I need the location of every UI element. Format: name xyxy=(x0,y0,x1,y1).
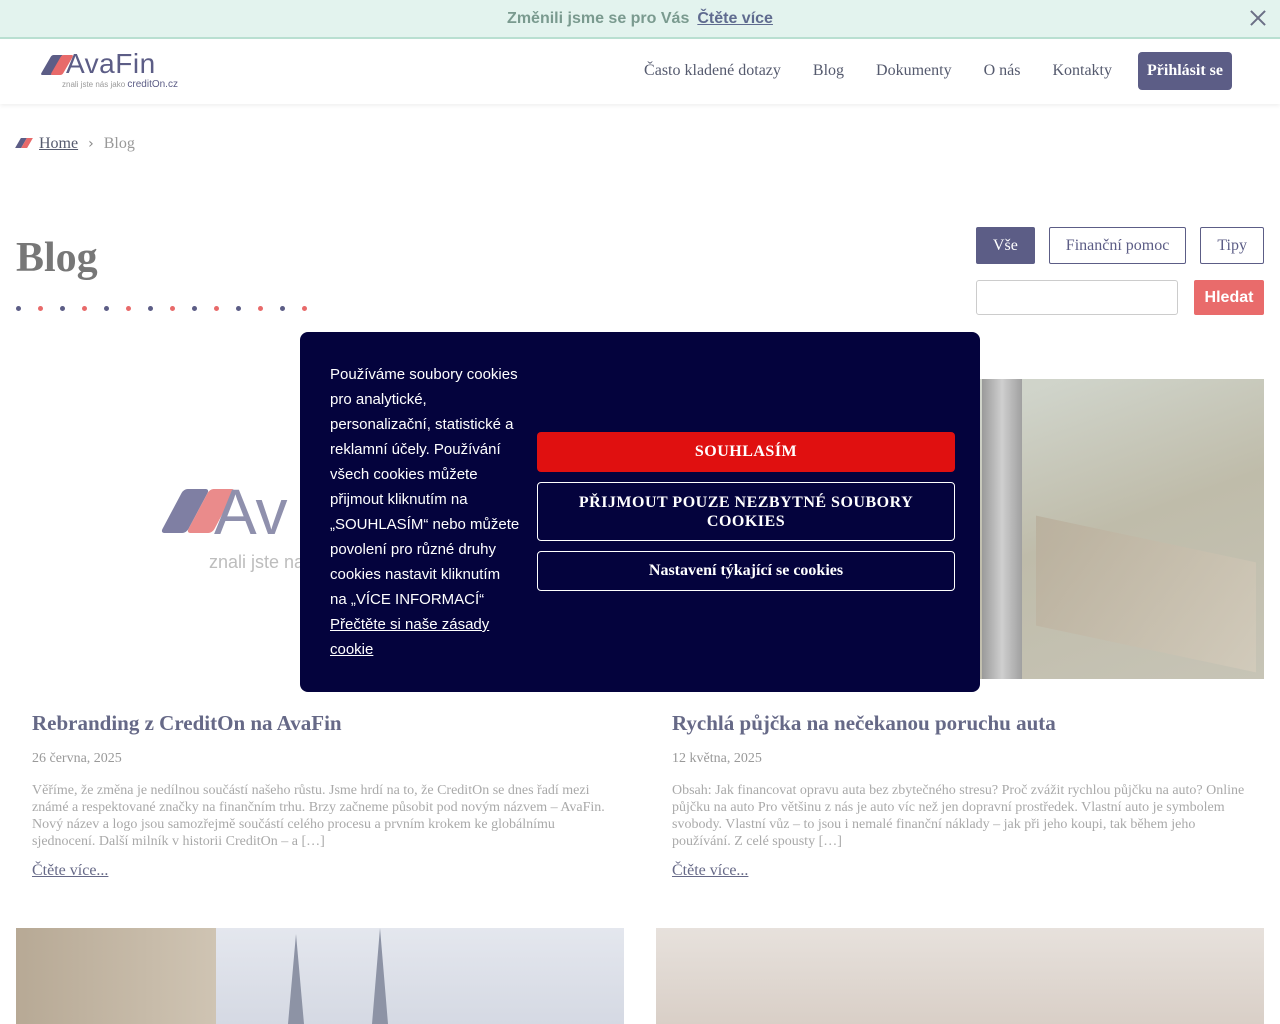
search-button[interactable]: Hledat xyxy=(1194,280,1264,315)
banner-text: Změnili jsme se pro Vás xyxy=(507,9,690,27)
cookie-text: Používáme soubory cookies pro analytické… xyxy=(330,362,520,662)
spire-graphic xyxy=(288,934,304,1024)
car-tire-graphic xyxy=(982,379,1022,679)
breadcrumb: Home › Blog xyxy=(15,135,135,153)
read-more-link[interactable]: Čtěte více... xyxy=(672,862,748,880)
post-image-wedding[interactable] xyxy=(656,928,1264,1024)
site-header: AvaFin znali jste nás jako creditOn.cz Č… xyxy=(0,40,1280,104)
brand-icon xyxy=(15,138,33,150)
post-image-prague[interactable] xyxy=(16,928,624,1024)
chevron-right-icon: › xyxy=(88,136,94,152)
post-excerpt: Věříme, že změna je nedílnou součástí na… xyxy=(32,783,605,849)
nav-documents[interactable]: Dokumenty xyxy=(876,62,952,80)
login-button[interactable]: Přihlásit se xyxy=(1138,52,1232,90)
nav-contacts[interactable]: Kontakty xyxy=(1052,62,1112,80)
category-filters: Vše Finanční pomoc Tipy xyxy=(962,227,1264,264)
cookie-settings-button[interactable]: Nastavení týkající se cookies xyxy=(537,551,955,591)
post-date: 12 května, 2025 xyxy=(672,751,762,766)
post-title[interactable]: Rebranding z CreditOn na AvaFin xyxy=(32,711,342,736)
breadcrumb-home[interactable]: Home xyxy=(39,135,78,153)
filter-all[interactable]: Vše xyxy=(975,227,1035,264)
car-jack-graphic xyxy=(1036,515,1256,673)
image-logo-text: Av xyxy=(214,476,288,548)
logo-tag-brand: creditOn.cz xyxy=(127,79,178,90)
image-logo-tagline: znali jste na xyxy=(209,552,305,572)
decorative-dots xyxy=(16,306,324,311)
accept-necessary-cookies-button[interactable]: PŘIJMOUT POUZE NEZBYTNÉ SOUBORY COOKIES xyxy=(537,482,955,541)
cookie-message: Používáme soubory cookies pro analytické… xyxy=(330,366,520,608)
building-graphic xyxy=(16,928,216,1024)
post-excerpt: Obsah: Jak financovat opravu auta bez zb… xyxy=(672,783,1245,849)
search-input[interactable] xyxy=(976,280,1178,315)
cookie-consent-dialog: Používáme soubory cookies pro analytické… xyxy=(300,332,980,692)
announcement-banner: Změnili jsme se pro Vás Čtěte více xyxy=(0,0,1280,39)
logo-tagline: znali jste nás jako creditOn.cz xyxy=(62,79,178,90)
post-date: 26 června, 2025 xyxy=(32,751,122,766)
logo-mark-icon xyxy=(40,55,74,77)
logo-tag-prefix: znali jste nás jako xyxy=(62,80,126,89)
nav-faq[interactable]: Často kladené dotazy xyxy=(644,62,781,80)
banner-read-more-link[interactable]: Čtěte více xyxy=(697,10,773,28)
main-nav: Často kladené dotazy Blog Dokumenty O ná… xyxy=(612,52,1232,90)
nav-about[interactable]: O nás xyxy=(984,62,1021,80)
breadcrumb-current: Blog xyxy=(103,135,135,152)
logo-name: AvaFin xyxy=(66,48,156,79)
nav-blog[interactable]: Blog xyxy=(813,62,844,80)
page-title: Blog xyxy=(16,235,98,281)
filter-financial-help[interactable]: Finanční pomoc xyxy=(1048,227,1187,264)
post-title[interactable]: Rychlá půjčka na nečekanou poruchu auta xyxy=(672,711,1056,736)
accept-cookies-button[interactable]: SOUHLASÍM xyxy=(537,432,955,472)
spire-graphic xyxy=(372,928,388,1024)
read-more-link[interactable]: Čtěte více... xyxy=(32,862,108,880)
close-icon[interactable] xyxy=(1248,8,1268,28)
logo[interactable]: AvaFin znali jste nás jako creditOn.cz xyxy=(40,48,190,94)
cookie-policy-link[interactable]: Přečtěte si naše zásady cookie xyxy=(330,616,489,658)
filter-tips[interactable]: Tipy xyxy=(1200,227,1264,264)
